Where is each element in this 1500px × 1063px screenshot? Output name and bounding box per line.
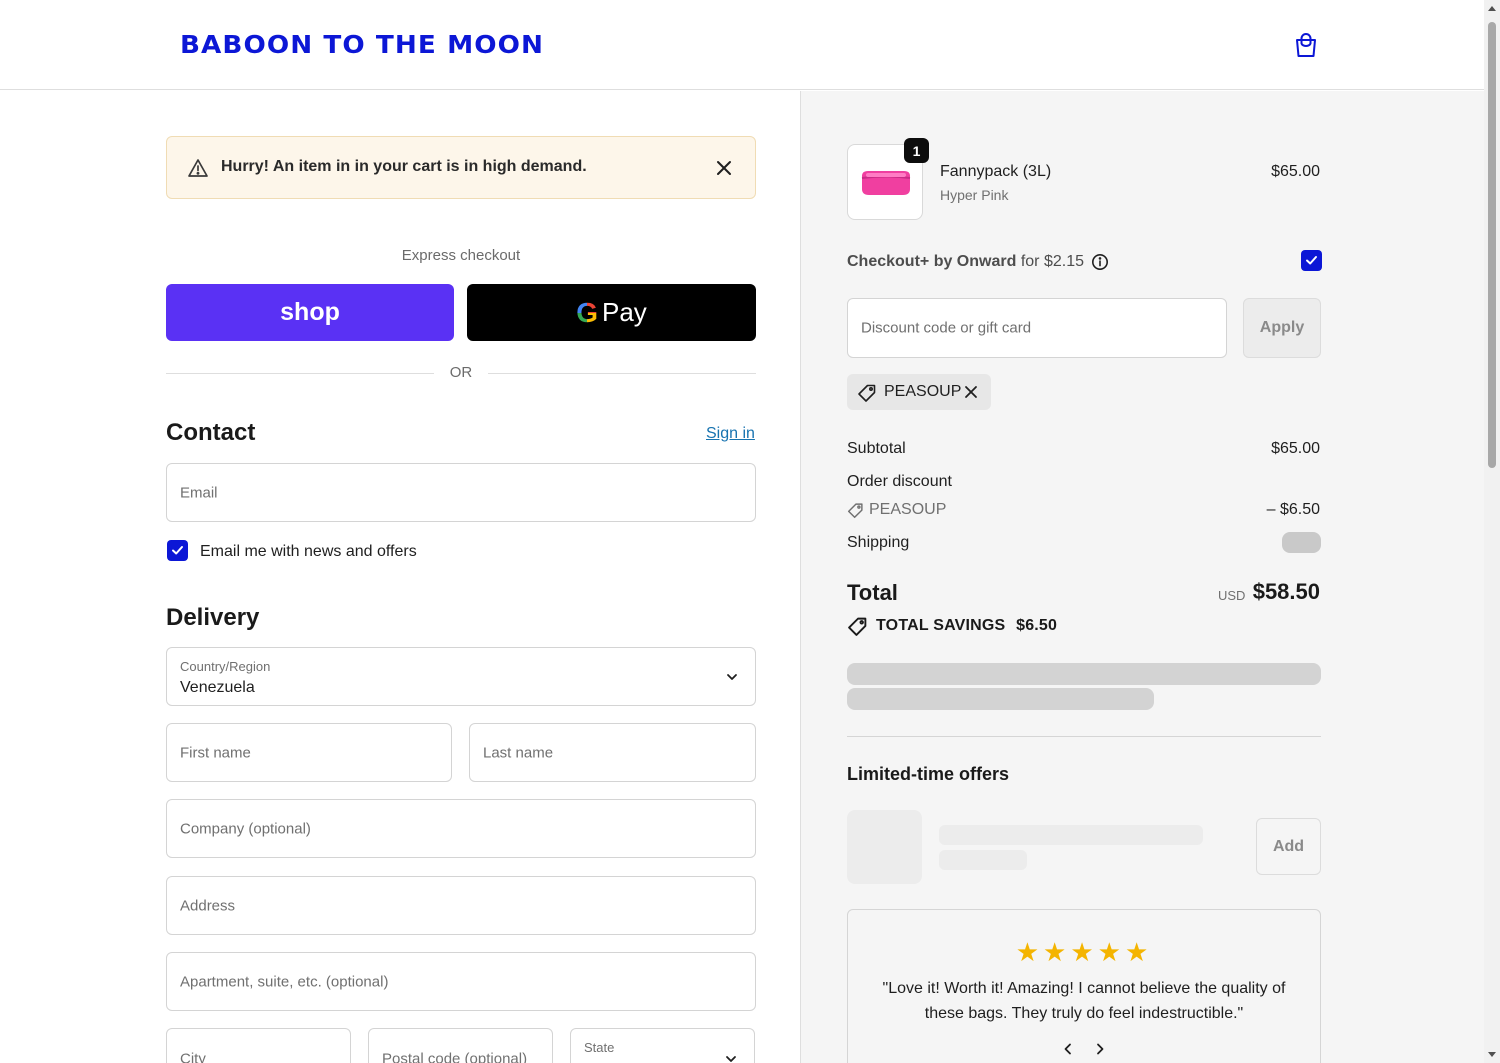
country-value: Venezuela <box>180 679 255 696</box>
checkout-plus-price: for $2.15 <box>1020 253 1084 270</box>
limited-offers-heading: Limited-time offers <box>847 764 1010 784</box>
order-discount-value: – $6.50 <box>1266 501 1320 518</box>
discount-code-text: PEASOUP <box>884 383 962 400</box>
scrollbar-thumb[interactable] <box>1488 22 1496 468</box>
country-label: Country/Region <box>180 659 271 674</box>
shop-pay-button[interactable]: shop <box>166 284 454 341</box>
express-checkout-label: Express checkout <box>401 247 521 264</box>
add-offer-button[interactable]: Add <box>1256 818 1321 875</box>
order-discount-code: PEASOUP <box>869 501 947 518</box>
product-variant: Hyper Pink <box>940 187 1009 203</box>
total-savings-label: TOTAL SAVINGS <box>876 617 1006 634</box>
discount-code-input[interactable]: Discount code or gift card <box>847 298 1227 358</box>
star-rating-icon: ★★★★★ <box>1015 937 1153 967</box>
apartment-field[interactable]: Apartment, suite, etc. (optional) <box>166 952 756 1011</box>
country-select[interactable]: Country/Region Venezuela <box>166 647 756 706</box>
shipping-loading-placeholder <box>1282 532 1321 553</box>
email-placeholder: Email <box>180 484 218 501</box>
tag-icon <box>847 503 863 519</box>
order-discount-label: Order discount <box>847 473 952 490</box>
total-value: $58.50 <box>1252 579 1320 604</box>
discount-placeholder: Discount code or gift card <box>861 319 1032 337</box>
tag-icon <box>858 384 876 402</box>
offer-title-placeholder <box>939 825 1203 845</box>
company-placeholder: Company (optional) <box>180 820 311 837</box>
quantity-badge: 1 <box>904 138 929 163</box>
total-currency: USD <box>1218 588 1246 603</box>
offer-image-placeholder <box>847 810 922 884</box>
postal-code-field[interactable]: Postal code (optional) <box>368 1028 553 1063</box>
address-field[interactable]: Address <box>166 876 756 935</box>
first-name-placeholder: First name <box>180 744 251 761</box>
email-field[interactable]: Email <box>166 463 756 522</box>
checkout-plus-checkbox[interactable] <box>1301 250 1322 271</box>
shop-pay-label: shop <box>280 298 340 326</box>
subtotal-value: $65.00 <box>1271 440 1320 457</box>
total-savings: TOTAL SAVINGS $6.50 <box>876 617 1057 635</box>
chevron-down-icon <box>726 1056 736 1062</box>
product-name: Fannypack (3L) <box>940 163 1052 180</box>
shipping-label: Shipping <box>847 534 910 551</box>
remove-discount-icon[interactable] <box>964 385 978 399</box>
city-field[interactable]: City <box>166 1028 351 1063</box>
scroll-up-arrow-icon[interactable] <box>1487 4 1497 14</box>
newsletter-checkbox[interactable] <box>167 540 188 561</box>
newsletter-label[interactable]: Email me with news and offers <box>200 543 417 561</box>
or-label: OR <box>449 364 473 381</box>
scroll-down-arrow-icon[interactable] <box>1487 1049 1497 1059</box>
loading-placeholder-bar <box>847 688 1154 710</box>
high-demand-alert: Hurry! An item in in your cart is in hig… <box>166 136 756 199</box>
section-divider <box>847 736 1321 737</box>
customer-review-card: ★★★★★ "Love it! Worth it! Amazing! I can… <box>847 909 1321 1063</box>
last-name-placeholder: Last name <box>483 744 554 761</box>
chevron-left-icon[interactable] <box>1061 1042 1075 1056</box>
checkout-plus-label: Checkout+ by Onward for $2.15 <box>847 253 1084 271</box>
or-divider: OR <box>166 363 756 383</box>
store-logo[interactable]: BABOON TO THE MOON <box>180 30 544 59</box>
google-pay-label: Pay <box>601 297 647 327</box>
subtotal-label: Subtotal <box>847 440 906 457</box>
checkout-plus-brand: Checkout+ by Onward <box>847 253 1017 270</box>
total-savings-value: $6.50 <box>1016 617 1058 634</box>
product-price: $65.00 <box>1271 163 1320 180</box>
warning-icon <box>188 159 208 177</box>
google-g-icon: G <box>576 296 598 328</box>
sign-in-link[interactable]: Sign in <box>706 425 755 443</box>
order-summary-column: 1 Fannypack (3L) Hyper Pink $65.00 Check… <box>800 91 1484 1063</box>
loading-placeholder-bar <box>847 663 1321 685</box>
page-scrollbar[interactable] <box>1484 0 1500 1063</box>
address-placeholder: Address <box>180 897 236 914</box>
review-text: "Love it! Worth it! Amazing! I cannot be… <box>882 980 1286 1022</box>
google-pay-button[interactable]: G Pay <box>467 284 756 341</box>
site-header: BABOON TO THE MOON <box>0 0 1484 90</box>
first-name-field[interactable]: First name <box>166 723 452 782</box>
last-name-field[interactable]: Last name <box>469 723 756 782</box>
apply-discount-button[interactable]: Apply <box>1243 298 1321 358</box>
total-label: Total <box>847 580 898 605</box>
alert-message: Hurry! An item in in your cart is in hig… <box>221 158 587 175</box>
checkmark-icon <box>172 546 183 555</box>
chevron-down-icon <box>727 673 737 680</box>
offer-price-placeholder <box>939 850 1027 870</box>
postal-code-placeholder: Postal code (optional) <box>382 1050 528 1063</box>
apartment-placeholder: Apartment, suite, etc. (optional) <box>180 973 389 990</box>
delivery-heading: Delivery <box>166 604 260 631</box>
applied-discount-chip: PEASOUP <box>847 374 991 410</box>
chevron-right-icon[interactable] <box>1093 1042 1107 1056</box>
savings-tag-icon <box>848 617 867 636</box>
shopping-bag-icon[interactable] <box>1292 31 1320 59</box>
city-placeholder: City <box>180 1050 206 1063</box>
state-select[interactable]: State <box>570 1028 755 1063</box>
info-icon[interactable] <box>1091 253 1109 271</box>
state-label: State <box>584 1040 615 1055</box>
checkmark-icon <box>1306 256 1317 265</box>
checkout-form-column: Hurry! An item in in your cart is in hig… <box>0 91 800 1063</box>
close-icon[interactable] <box>715 159 733 177</box>
company-field[interactable]: Company (optional) <box>166 799 756 858</box>
contact-heading: Contact <box>166 419 256 446</box>
